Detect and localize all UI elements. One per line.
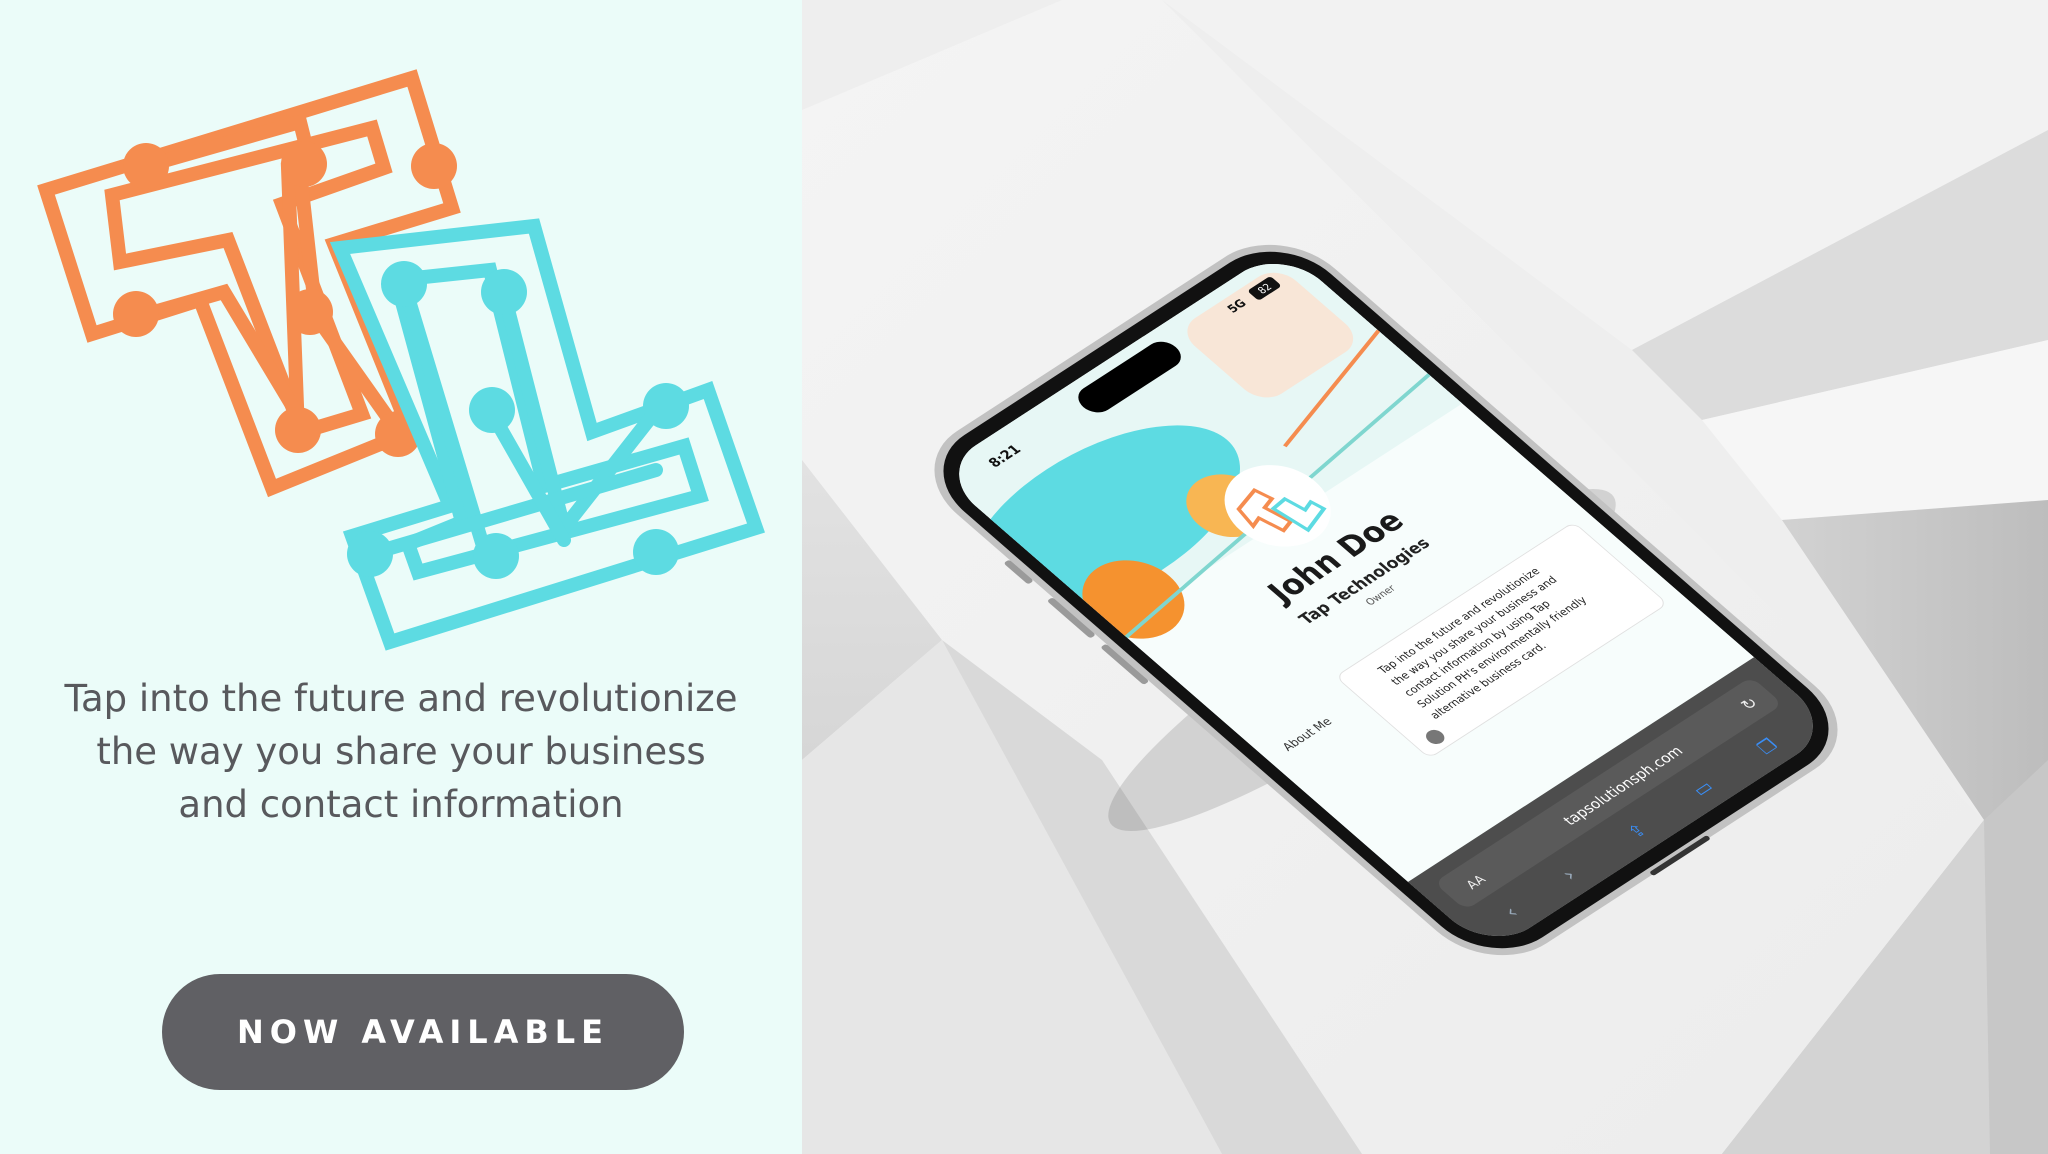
phone-screen: John Doe Tap Technologies Owner About Me… (935, 246, 1837, 954)
left-panel: Tap into the future and revolutionize th… (0, 0, 802, 1154)
now-available-button[interactable]: NOW AVAILABLE (162, 974, 684, 1090)
hero-tagline: Tap into the future and revolutionize th… (64, 677, 738, 826)
smartphone: John Doe Tap Technologies Owner About Me… (934, 244, 1838, 956)
tap-logo (37, 69, 765, 651)
product-photo: John Doe Tap Technologies Owner About Me… (802, 0, 2048, 1154)
